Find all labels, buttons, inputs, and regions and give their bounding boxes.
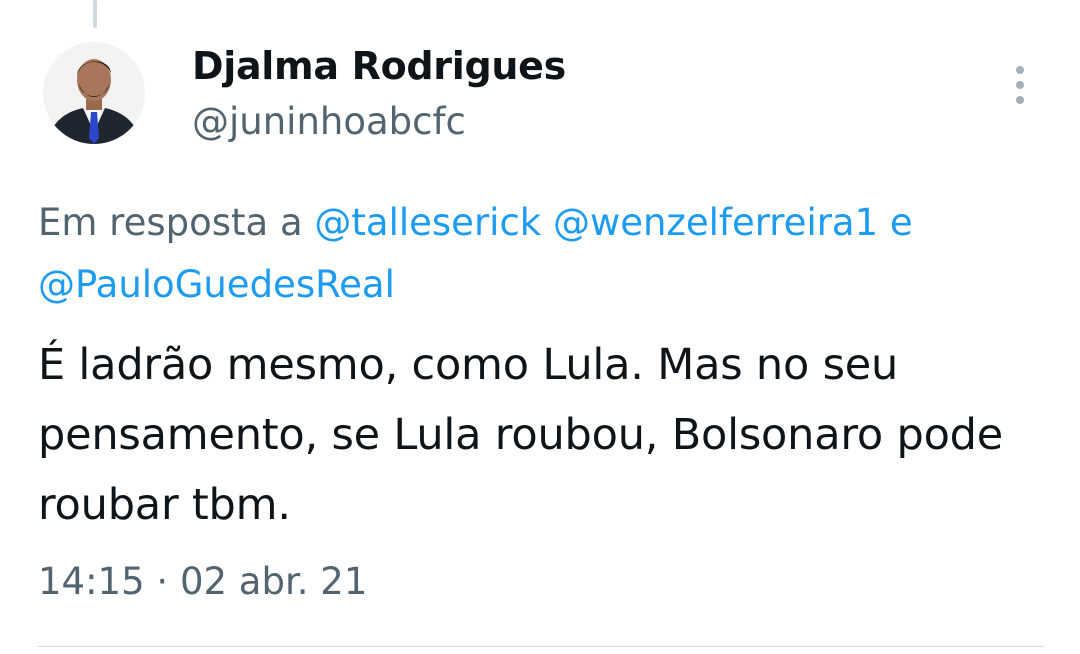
author-handle[interactable]: @juninhoabcfc <box>192 100 466 143</box>
tweet-date: 02 abr. 21 <box>179 560 368 603</box>
thread-connector-line <box>93 0 97 28</box>
tweet-timestamp[interactable]: 14:15 · 02 abr. 21 <box>38 560 367 603</box>
mention-link[interactable]: @PauloGuedesReal <box>38 263 395 306</box>
timestamp-separator: · <box>156 560 169 603</box>
tweet-time: 14:15 <box>38 560 145 603</box>
mention-link[interactable]: @wenzelferreira1 <box>553 201 878 244</box>
author-name[interactable]: Djalma Rodrigues <box>192 44 566 88</box>
mention-link[interactable]: @talleserick <box>314 201 541 244</box>
divider <box>38 646 1044 647</box>
more-vertical-icon <box>1016 66 1024 104</box>
tweet: Djalma Rodrigues @juninhoabcfc Em respos… <box>0 0 1080 654</box>
avatar[interactable] <box>43 42 145 144</box>
more-options-button[interactable] <box>1000 60 1040 110</box>
reply-conjunction: e <box>889 201 913 244</box>
reply-prefix: Em resposta a <box>38 201 303 244</box>
tweet-text: É ladrão mesmo, como Lula. Mas no seu pe… <box>38 340 1004 530</box>
reply-context: Em resposta a @talleserick @wenzelferrei… <box>38 192 1048 316</box>
avatar-photo <box>43 42 145 144</box>
